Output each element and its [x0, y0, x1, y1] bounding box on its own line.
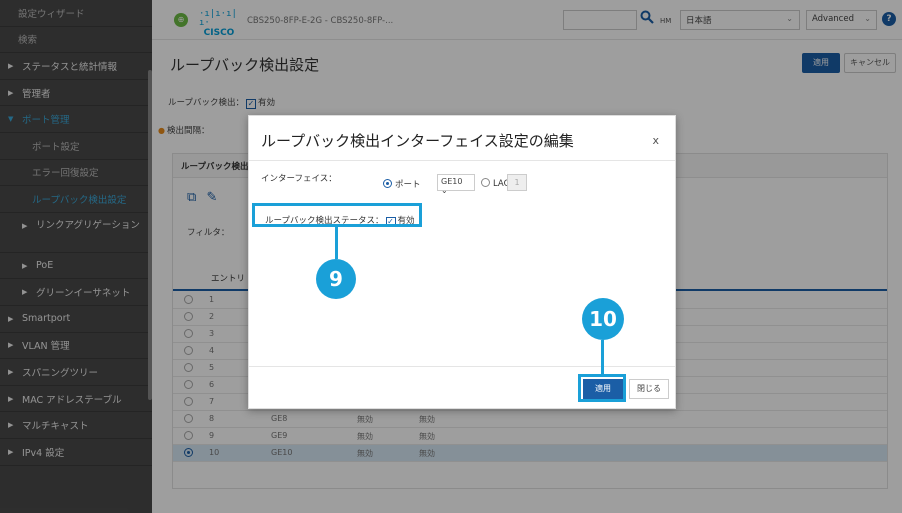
lag-radio-option[interactable]: LAG — [481, 178, 510, 189]
radio-selected-icon[interactable] — [383, 179, 392, 188]
lag-input[interactable]: 1 — [507, 174, 527, 191]
chevron-down-icon: ⌄ — [441, 186, 448, 195]
modal-footer-divider — [249, 366, 675, 367]
callout-badge-10: 10 — [582, 298, 624, 340]
modal-close-button[interactable]: 閉じる — [629, 379, 669, 399]
modal-title: ループバック検出インターフェイス設定の編集 — [261, 132, 574, 150]
close-icon[interactable]: x — [652, 134, 659, 147]
edit-interface-modal: ループバック検出インターフェイス設定の編集 x インターフェイス： ポート GE… — [248, 115, 676, 409]
callout-highlight-apply — [578, 374, 626, 402]
port-select-value: GE10 — [441, 177, 463, 186]
callout-highlight-status — [252, 203, 422, 227]
interface-label: インターフェイス： — [261, 174, 337, 184]
callout-connector — [335, 227, 338, 259]
port-label: ポート — [395, 180, 421, 190]
radio-unselected-icon[interactable] — [481, 178, 490, 187]
modal-divider — [249, 160, 675, 161]
callout-connector — [601, 340, 604, 374]
port-select[interactable]: GE10 ⌄ — [437, 174, 475, 195]
port-radio-option[interactable]: ポート — [383, 178, 421, 190]
callout-badge-9: 9 — [316, 259, 356, 299]
